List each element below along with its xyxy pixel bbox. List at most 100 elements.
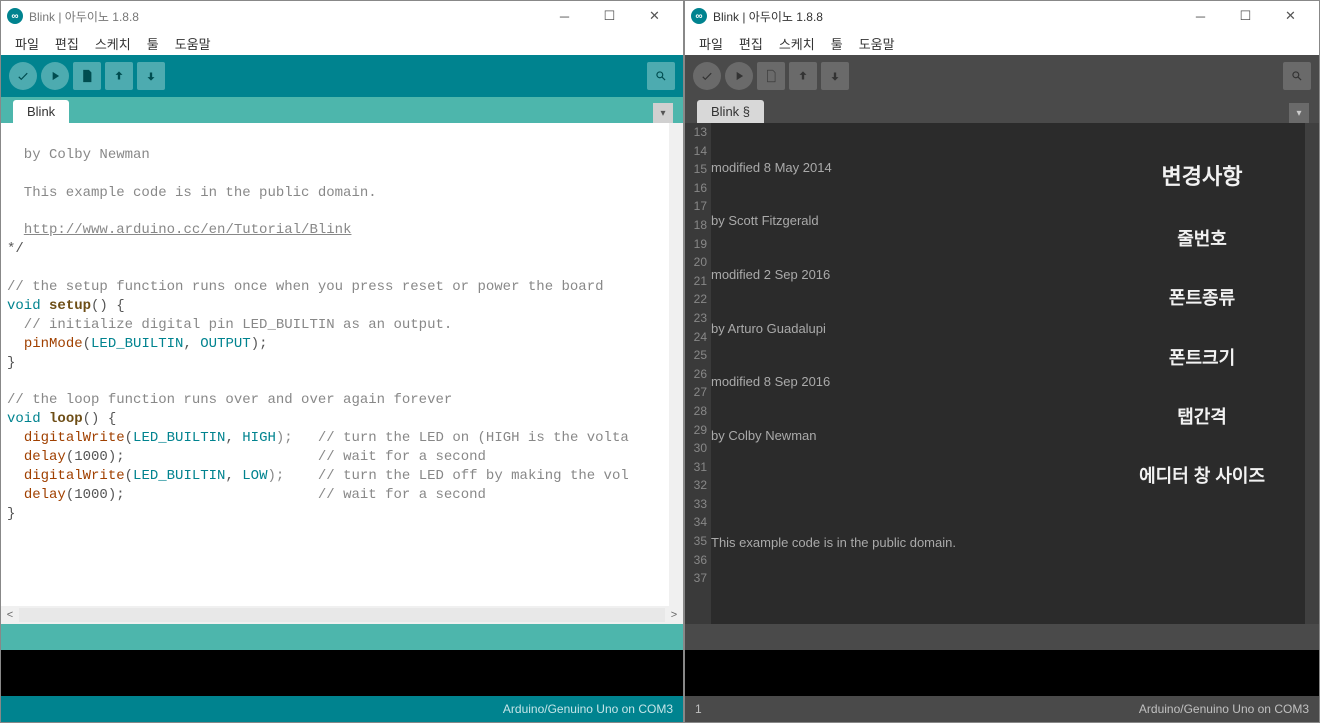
- line-number: 22: [689, 290, 707, 309]
- line-number: 13: [689, 123, 707, 142]
- open-button[interactable]: [105, 62, 133, 90]
- line-number: 36: [689, 551, 707, 570]
- arduino-logo-icon: [7, 8, 23, 24]
- minimize-button[interactable]: ─: [1178, 1, 1223, 31]
- titlebar: Blink | 아두이노 1.8.8 ─ ☐ ✕: [685, 1, 1319, 31]
- menu-file[interactable]: 파일: [691, 31, 731, 55]
- vertical-scrollbar[interactable]: [1305, 123, 1319, 624]
- menu-edit[interactable]: 편집: [47, 31, 87, 55]
- code-editor[interactable]: modified 8 May 2014 by Scott Fitzgerald …: [711, 123, 1305, 624]
- serial-monitor-button[interactable]: [1283, 62, 1311, 90]
- status-bar: [1, 624, 683, 650]
- maximize-button[interactable]: ☐: [587, 1, 632, 31]
- verify-button[interactable]: [693, 62, 721, 90]
- line-number: 31: [689, 458, 707, 477]
- horizontal-scrollbar[interactable]: < >: [1, 606, 683, 624]
- board-info: Arduino/Genuino Uno on COM3: [503, 702, 673, 716]
- line-number: 24: [689, 328, 707, 347]
- line-number: 20: [689, 253, 707, 272]
- arduino-logo-icon: [691, 8, 707, 24]
- line-number: 32: [689, 476, 707, 495]
- line-number: 29: [689, 421, 707, 440]
- vertical-scrollbar[interactable]: [669, 123, 683, 606]
- menubar: 파일 편집 스케치 툴 도움말: [685, 31, 1319, 55]
- scroll-left-icon[interactable]: <: [1, 606, 19, 624]
- line-number: 37: [689, 569, 707, 588]
- tab-blink[interactable]: Blink: [13, 100, 69, 123]
- line-number: 15: [689, 160, 707, 179]
- close-button[interactable]: ✕: [632, 1, 677, 31]
- console[interactable]: [1, 650, 683, 696]
- menu-tool[interactable]: 툴: [823, 31, 851, 55]
- menu-help[interactable]: 도움말: [167, 31, 219, 55]
- file-icon: [80, 69, 94, 83]
- arrow-right-icon: [732, 69, 746, 83]
- line-number: 21: [689, 272, 707, 291]
- new-button[interactable]: [757, 62, 785, 90]
- serial-monitor-button[interactable]: [647, 62, 675, 90]
- arduino-ide-light: Blink | 아두이노 1.8.8 ─ ☐ ✕ 파일 편집 스케치 툴 도움말: [0, 0, 684, 723]
- search-icon: [1290, 69, 1304, 83]
- line-number: 30: [689, 439, 707, 458]
- window-title: Blink | 아두이노 1.8.8: [29, 8, 542, 25]
- new-button[interactable]: [73, 62, 101, 90]
- console[interactable]: [685, 650, 1319, 696]
- line-number: 17: [689, 197, 707, 216]
- line-number: 28: [689, 402, 707, 421]
- editor-area: by Colby Newman This example code is in …: [1, 123, 683, 606]
- menu-tool[interactable]: 툴: [139, 31, 167, 55]
- arduino-ide-dark: Blink | 아두이노 1.8.8 ─ ☐ ✕ 파일 편집 스케치 툴 도움말: [684, 0, 1320, 723]
- line-number: 34: [689, 513, 707, 532]
- line-number: 26: [689, 365, 707, 384]
- window-title: Blink | 아두이노 1.8.8: [713, 8, 1178, 25]
- toolbar: [685, 55, 1319, 97]
- toolbar: [1, 55, 683, 97]
- menu-file[interactable]: 파일: [7, 31, 47, 55]
- editor-area: 1314151617181920212223242526272829303132…: [685, 123, 1319, 624]
- line-number: 27: [689, 383, 707, 402]
- open-button[interactable]: [789, 62, 817, 90]
- arrow-down-icon: [828, 69, 842, 83]
- line-number: 1: [695, 702, 702, 716]
- window-controls: ─ ☐ ✕: [542, 1, 677, 31]
- line-number: 35: [689, 532, 707, 551]
- menu-help[interactable]: 도움말: [851, 31, 903, 55]
- tutorial-link[interactable]: http://www.arduino.cc/en/Tutorial/Blink: [24, 222, 352, 238]
- tab-menu-dropdown[interactable]: ▾: [653, 103, 673, 123]
- file-icon: [764, 69, 778, 83]
- line-number: 25: [689, 346, 707, 365]
- menu-sketch[interactable]: 스케치: [771, 31, 823, 55]
- line-number: 16: [689, 179, 707, 198]
- menu-sketch[interactable]: 스케치: [87, 31, 139, 55]
- tabbar: Blink § ▾: [685, 97, 1319, 123]
- scroll-right-icon[interactable]: >: [665, 606, 683, 624]
- close-button[interactable]: ✕: [1268, 1, 1313, 31]
- upload-button[interactable]: [725, 62, 753, 90]
- arrow-up-icon: [112, 69, 126, 83]
- status-bar: [685, 624, 1319, 650]
- tabbar: Blink ▾: [1, 97, 683, 123]
- line-number: 33: [689, 495, 707, 514]
- menubar: 파일 편집 스케치 툴 도움말: [1, 31, 683, 55]
- arrow-up-icon: [796, 69, 810, 83]
- line-number: 18: [689, 216, 707, 235]
- tab-menu-dropdown[interactable]: ▾: [1289, 103, 1309, 123]
- verify-button[interactable]: [9, 62, 37, 90]
- upload-button[interactable]: [41, 62, 69, 90]
- code-editor[interactable]: by Colby Newman This example code is in …: [1, 123, 669, 606]
- line-number: 14: [689, 142, 707, 161]
- arrow-right-icon: [48, 69, 62, 83]
- minimize-button[interactable]: ─: [542, 1, 587, 31]
- check-icon: [16, 69, 30, 83]
- line-number-gutter: 1314151617181920212223242526272829303132…: [685, 123, 711, 624]
- check-icon: [700, 69, 714, 83]
- board-info: Arduino/Genuino Uno on COM3: [1139, 702, 1309, 716]
- tab-blink[interactable]: Blink §: [697, 100, 764, 123]
- search-icon: [654, 69, 668, 83]
- save-button[interactable]: [821, 62, 849, 90]
- line-number: 19: [689, 235, 707, 254]
- maximize-button[interactable]: ☐: [1223, 1, 1268, 31]
- save-button[interactable]: [137, 62, 165, 90]
- line-number: 23: [689, 309, 707, 328]
- menu-edit[interactable]: 편집: [731, 31, 771, 55]
